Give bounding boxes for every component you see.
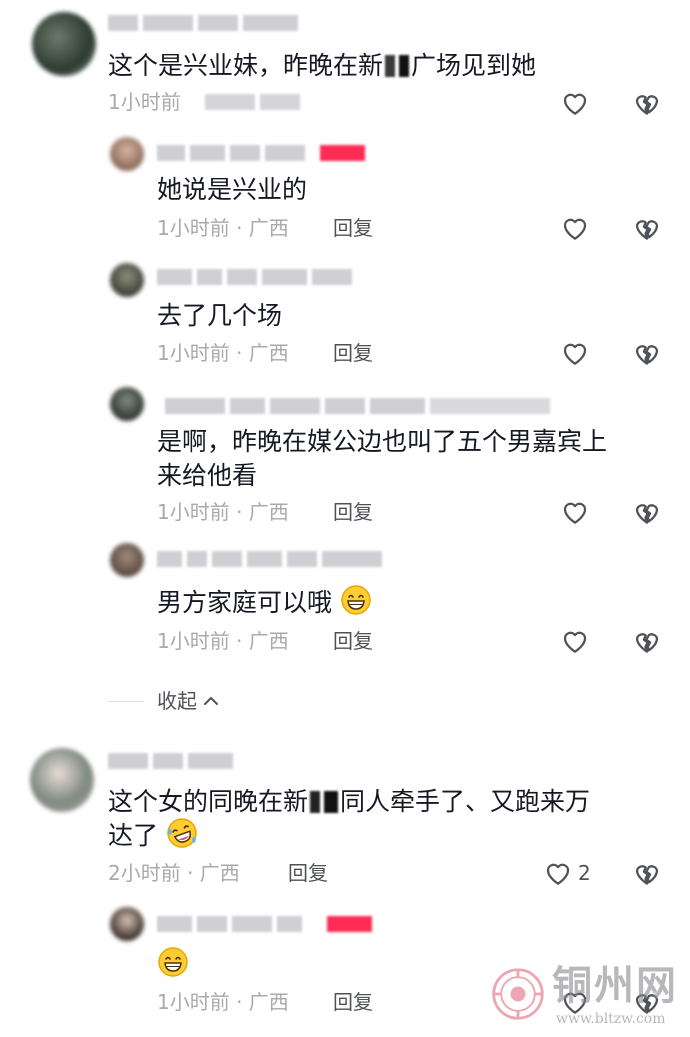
reply-text-line1: 是啊，昨晚在媒公边也叫了五个男嘉宾上: [157, 427, 608, 456]
reply-button[interactable]: 回复: [333, 214, 373, 242]
comment-text: 这个是兴业妹，昨晚在新 广场见到她: [108, 51, 537, 80]
reply-time-location: 1小时前 · 广西: [157, 341, 289, 365]
comment-text-line1: 这个女的同晚在新 同人牵手了、又跑来万: [108, 787, 591, 816]
reply-time-location: 1小时前 · 广西: [157, 500, 289, 524]
heart-outline-icon[interactable]: [560, 497, 590, 527]
heart-outline-icon[interactable]: [560, 88, 590, 118]
site-watermark: 铜州网 www.bltzw.com: [490, 962, 680, 1032]
reply-button[interactable]: 回复: [333, 339, 373, 367]
avatar[interactable]: [30, 748, 94, 812]
avatar[interactable]: [110, 543, 144, 577]
blurred-username[interactable]: [165, 395, 550, 417]
collapse-divider: [108, 701, 144, 702]
reply-text-line2: 来给他看: [157, 461, 258, 490]
broken-heart-icon[interactable]: [632, 338, 662, 368]
broken-heart-icon[interactable]: [632, 88, 662, 118]
like-count: 2: [578, 861, 591, 885]
reply-time-location: 1小时前 · 广西: [157, 216, 289, 240]
avatar[interactable]: [110, 907, 144, 941]
reply-time-location: 1小时前 · 广西: [157, 990, 289, 1014]
blurred-username[interactable]: [157, 913, 372, 935]
reply-time-location: 1小时前 · 广西: [157, 629, 289, 653]
heart-outline-icon[interactable]: [560, 338, 590, 368]
heart-outline-icon[interactable]: [560, 626, 590, 656]
broken-heart-icon[interactable]: [632, 213, 662, 243]
watermark-url: www.bltzw.com: [556, 1011, 666, 1027]
grin-emoji: [157, 946, 189, 978]
reply-button[interactable]: 回复: [333, 498, 373, 526]
blurred-username[interactable]: [108, 750, 233, 772]
blurred-username[interactable]: [157, 266, 352, 288]
reply-text: [157, 946, 189, 983]
chevron-up-icon: [204, 697, 219, 705]
watermark-logo-icon: [492, 968, 544, 1020]
avatar[interactable]: [32, 12, 96, 76]
broken-heart-icon[interactable]: [632, 858, 662, 888]
avatar[interactable]: [110, 263, 144, 297]
avatar[interactable]: [110, 137, 144, 171]
heart-outline-icon[interactable]: [560, 213, 590, 243]
reply-text: 去了几个场: [157, 301, 283, 330]
reply-button[interactable]: 回复: [288, 859, 328, 887]
reply-button[interactable]: 回复: [333, 988, 373, 1016]
laugh-cry-emoji: [166, 817, 198, 849]
heart-outline-icon[interactable]: [543, 858, 573, 888]
comment-time: 1小时前: [108, 90, 181, 114]
comment-time-location: 2小时前 · 广西: [108, 861, 240, 885]
blurred-username[interactable]: [157, 548, 382, 570]
reply-text: 她说是兴业的: [157, 175, 308, 204]
reply-text: 男方家庭可以哦: [157, 584, 372, 621]
broken-heart-icon[interactable]: [632, 497, 662, 527]
avatar[interactable]: [110, 387, 144, 421]
blurred-username[interactable]: [108, 12, 298, 34]
blurred-username[interactable]: [157, 142, 365, 164]
broken-heart-icon[interactable]: [632, 626, 662, 656]
grin-emoji: [340, 584, 372, 616]
reply-button[interactable]: 回复: [333, 627, 373, 655]
watermark-brand: 铜州网: [552, 962, 678, 1009]
blurred-location: [205, 91, 300, 113]
collapse-replies-button[interactable]: 收起: [157, 687, 219, 715]
comment-text-line2: 达了: [108, 817, 198, 854]
